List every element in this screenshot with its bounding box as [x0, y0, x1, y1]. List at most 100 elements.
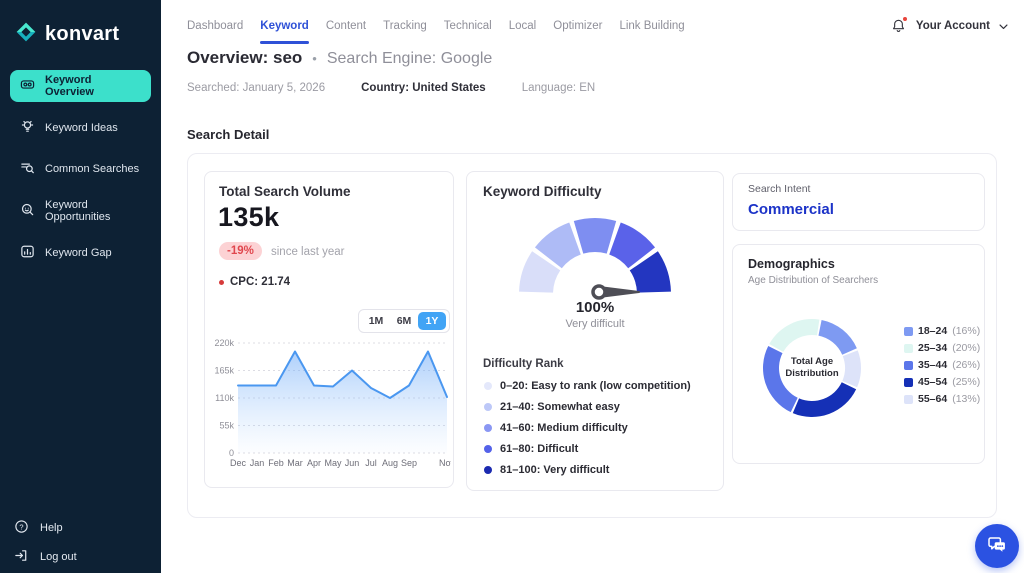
- sidebar-logout[interactable]: Log out: [14, 543, 149, 571]
- page-subtitle: Search Engine: Google: [326, 50, 493, 67]
- svg-text:Feb: Feb: [268, 458, 284, 468]
- rank-dot-icon: [484, 403, 492, 411]
- app-root: konvart Keyword Overview Keyword Ideas C…: [0, 0, 1024, 573]
- sidebar: konvart Keyword Overview Keyword Ideas C…: [0, 0, 161, 573]
- rank-dot-icon: [484, 424, 492, 432]
- demographics-subtitle: Age Distribution of Searchers: [748, 275, 879, 286]
- intent-value: Commercial: [748, 201, 834, 218]
- sidebar-item-keyword-overview[interactable]: Keyword Overview: [10, 70, 151, 102]
- volume-card-title: Total Search Volume: [219, 184, 351, 199]
- difficulty-card-title: Keyword Difficulty: [483, 184, 602, 199]
- rank-item-61-80: 61–80: Difficult: [484, 443, 578, 455]
- svg-text:Jan: Jan: [250, 458, 265, 468]
- meta-searched: Searched: January 5, 2026: [187, 82, 326, 94]
- help-label: Help: [40, 522, 63, 534]
- svg-text:Jul: Jul: [365, 458, 377, 468]
- change-note: since last year: [271, 246, 345, 258]
- tab-optimizer[interactable]: Optimizer: [553, 20, 602, 36]
- svg-text:55k: 55k: [219, 421, 234, 431]
- rank-label: 81–100: Very difficult: [500, 464, 610, 476]
- meta-language: Language: EN: [521, 82, 596, 94]
- rank-label: 61–80: Difficult: [500, 443, 579, 455]
- tab-link-building[interactable]: Link Building: [619, 20, 684, 36]
- tab-dashboard[interactable]: Dashboard: [187, 20, 243, 36]
- sidebar-item-label: Keyword Gap: [45, 247, 112, 259]
- konvart-diamond-icon: [14, 20, 38, 49]
- list-search-icon: [20, 160, 35, 178]
- keyword-difficulty-card: Keyword Difficulty 100% Very difficult D…: [466, 171, 724, 491]
- notification-dot: [901, 15, 908, 22]
- difficulty-gauge-chart: [519, 218, 671, 300]
- search-meta: Searched: January 5, 2026 Country: Unite…: [187, 82, 595, 94]
- change-badge: -19%: [219, 242, 262, 260]
- range-1y-button[interactable]: 1Y: [418, 312, 446, 330]
- svg-text:Sep: Sep: [401, 458, 417, 468]
- legend-swatch-icon: [904, 343, 913, 353]
- page-title: Overview: seo: [187, 48, 303, 67]
- sidebar-item-label: Keyword Ideas: [45, 122, 118, 134]
- search-volume-area-chart: 220k 165k 110k 55k 0Dec Jan Feb Mar Apr May Jun Jul…: [214, 338, 451, 468]
- difficulty-score-label: Very difficult: [565, 318, 625, 330]
- range-toggle: 1M 6M 1Y: [358, 309, 450, 333]
- page-header: Overview: seo • Search Engine: Google: [187, 48, 492, 68]
- bar-chart-icon: [20, 244, 35, 262]
- tab-keyword[interactable]: Keyword: [260, 20, 309, 44]
- tab-tracking[interactable]: Tracking: [383, 20, 427, 36]
- sidebar-help[interactable]: ? Help: [14, 514, 149, 542]
- svg-text:Apr: Apr: [307, 458, 321, 468]
- rank-item-0-20: 0–20: Easy to rank (low competition): [484, 380, 691, 392]
- brand-name: konvart: [45, 23, 120, 45]
- chat-support-button[interactable]: [975, 524, 1019, 568]
- sidebar-item-keyword-gap[interactable]: Keyword Gap: [10, 237, 151, 269]
- volume-value: 135k: [218, 202, 280, 232]
- rank-dot-icon: [484, 445, 492, 453]
- legend-swatch-icon: [904, 394, 913, 404]
- difficulty-score: 100%: [575, 299, 615, 316]
- search-detail-panel: Total Search Volume 135k -19% since last…: [187, 153, 997, 518]
- top-nav: Dashboard Keyword Content Tracking Techn…: [187, 20, 685, 44]
- cpc-dot-icon: [219, 279, 224, 285]
- help-circle-icon: ?: [14, 519, 29, 537]
- brand-logo[interactable]: konvart: [14, 20, 119, 49]
- svg-text:110k: 110k: [215, 393, 234, 403]
- svg-text:Dec: Dec: [230, 458, 247, 468]
- meta-country: Country: United States: [361, 82, 486, 94]
- legend-item-45-54: 45–54 (25%): [904, 376, 980, 388]
- rank-label: 21–40: Somewhat easy: [500, 401, 620, 413]
- sidebar-item-keyword-opportunities[interactable]: Keyword Opportunities: [10, 195, 151, 227]
- svg-text:Jun: Jun: [345, 458, 360, 468]
- search-intent-card: Search Intent Commercial: [732, 173, 985, 231]
- tab-technical[interactable]: Technical: [444, 20, 492, 36]
- svg-text:May: May: [324, 458, 342, 468]
- rank-dot-icon: [484, 466, 492, 474]
- logout-label: Log out: [40, 551, 77, 563]
- sidebar-item-common-searches[interactable]: Common Searches: [10, 153, 151, 185]
- demographics-card: Demographics Age Distribution of Searche…: [732, 244, 985, 464]
- section-title: Search Detail: [187, 127, 270, 142]
- intent-card-title: Search Intent: [748, 183, 811, 195]
- notification-bell-icon[interactable]: [891, 15, 908, 35]
- svg-text:Nov: Nov: [439, 458, 451, 468]
- tab-content[interactable]: Content: [326, 20, 366, 36]
- sidebar-item-keyword-ideas[interactable]: Keyword Ideas: [10, 112, 151, 144]
- svg-text:220k: 220k: [214, 338, 234, 348]
- svg-text:Mar: Mar: [287, 458, 303, 468]
- legend-item-18-24: 18–24 (16%): [904, 325, 980, 337]
- goggles-icon: [20, 77, 35, 95]
- rank-item-41-60: 41–60: Medium difficulty: [484, 422, 628, 434]
- legend-item-25-34: 25–34 (20%): [904, 342, 980, 354]
- demographics-title: Demographics: [748, 257, 835, 271]
- range-1m-button[interactable]: 1M: [362, 312, 390, 330]
- chevron-down-icon: [999, 17, 1008, 35]
- legend-item-35-44: 35–44 (26%): [904, 359, 980, 371]
- rank-dot-icon: [484, 382, 492, 390]
- rank-item-21-40: 21–40: Somewhat easy: [484, 401, 620, 413]
- account-menu[interactable]: Your Account: [891, 15, 1008, 35]
- tab-local[interactable]: Local: [509, 20, 537, 36]
- magnifier-face-icon: [20, 202, 35, 220]
- sidebar-item-label: Common Searches: [45, 163, 140, 175]
- legend-swatch-icon: [904, 326, 913, 336]
- account-label: Your Account: [915, 20, 990, 32]
- sidebar-item-label: Keyword Overview: [45, 74, 94, 98]
- range-6m-button[interactable]: 6M: [390, 312, 418, 330]
